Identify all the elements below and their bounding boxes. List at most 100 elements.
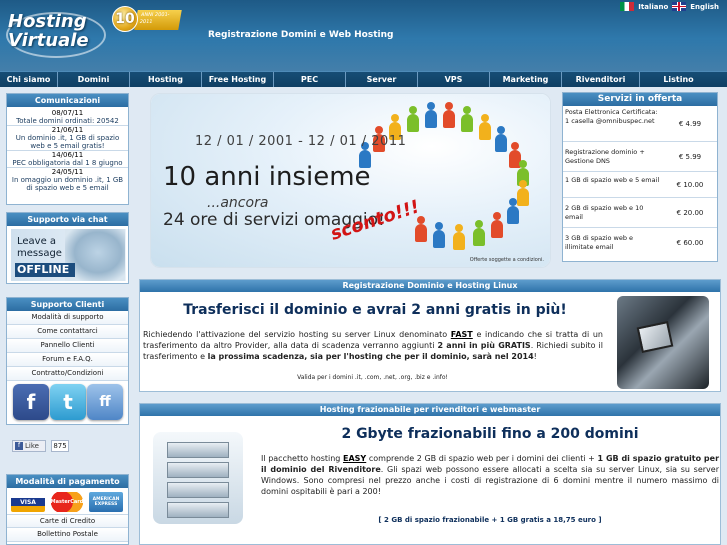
offer-price: € 4.99	[678, 119, 702, 128]
comm-date: 08/07/11	[51, 109, 84, 117]
lang-english[interactable]: English	[690, 3, 719, 11]
visa-icon: VISA	[11, 492, 45, 512]
support-item-contratto[interactable]: Contratto/Condizioni	[7, 367, 128, 381]
offer-price: € 10.00	[676, 180, 704, 189]
logo[interactable]: Hosting Virtuale	[8, 12, 89, 50]
support-item-contatti[interactable]: Come contattarci	[7, 325, 128, 339]
mastercard-icon: MasterCard	[50, 492, 84, 512]
comm-date: 24/05/11	[7, 167, 128, 176]
payment-item-carte[interactable]: Carte di Credito	[7, 514, 128, 528]
comm-date: 21/06/11	[7, 125, 128, 134]
comm-item[interactable]: PEC obbligatoria dal 1 8 giugno	[7, 159, 128, 167]
chat-title: Supporto via chat	[7, 213, 128, 226]
banner-title: 10 anni insieme	[163, 162, 371, 192]
support-item-pannello[interactable]: Pannello Clienti	[7, 339, 128, 353]
nav-domini[interactable]: Domini	[58, 72, 130, 87]
lang-italian[interactable]: Italiano	[638, 3, 668, 11]
anniversary-ribbon: ANNI 2001-2011	[134, 10, 182, 30]
s2-text-b: comprende 2 GB di spazio web per i domin…	[368, 454, 595, 463]
amex-icon: AMERICAN EXPRESS	[89, 492, 123, 512]
offer-row[interactable]: 2 GB di spazio web e 10 email € 20.00	[563, 198, 717, 228]
offer-row[interactable]: 1 GB di spazio web e 5 email € 10.00	[563, 172, 717, 198]
section1-head: Registrazione Dominio e Hosting Linux	[140, 280, 720, 292]
support-item-modalita[interactable]: Modalità di supporto	[7, 311, 128, 325]
header: Hosting Virtuale ANNI 2001-2011 10 Regis…	[0, 0, 727, 71]
support-item-forum[interactable]: Forum e F.A.Q.	[7, 353, 128, 367]
easy-link[interactable]: EASY	[343, 454, 366, 463]
section2-text: Il pacchetto hosting EASY comprende 2 GB…	[261, 453, 719, 497]
nav-chi-siamo[interactable]: Chi siamo	[0, 72, 58, 87]
uk-flag-icon[interactable]	[672, 2, 687, 11]
comm-date: 14/06/11	[7, 150, 128, 159]
twitter-icon[interactable]: t	[50, 384, 86, 420]
offer-desc: 2 GB di spazio web e 10 email	[565, 204, 644, 221]
offer-desc: 3 GB di spazio web e illimitate email	[565, 234, 634, 251]
chat-offline-status[interactable]: OFFLINE	[15, 263, 75, 277]
chat-leave-message: Leave a message	[17, 236, 62, 260]
offer-desc: Posta Elettronica Certificata: 1 casella…	[565, 108, 658, 125]
section1-text: Richiedendo l'attivazione del servizio h…	[143, 329, 603, 362]
comm-item[interactable]: Un dominio .it, 1 GB di spazio web e 5 e…	[7, 134, 128, 150]
nav-hosting[interactable]: Hosting	[130, 72, 202, 87]
section1-note: Valida per i domini .it, .com, .net, .or…	[297, 374, 448, 381]
linux-hosting-section: Registrazione Dominio e Hosting Linux Tr…	[139, 279, 721, 392]
italian-flag-icon[interactable]	[620, 2, 635, 11]
offer-price: € 60.00	[676, 239, 704, 247]
chat-leave-label: Leave a	[17, 236, 57, 247]
section2-head: Hosting frazionabile per rivenditori e w…	[140, 404, 720, 416]
nav-listino[interactable]: Listino	[640, 72, 717, 87]
offer-price: € 20.00	[676, 208, 704, 217]
s1-bold-b: la prossima scadenza, sia per l'hosting …	[207, 352, 534, 361]
offer-price: € 5.99	[678, 152, 702, 161]
offer-row[interactable]: 3 GB di spazio web e illimitate email € …	[563, 228, 717, 258]
comm-item[interactable]: In omaggio un dominio .it, 1 GB di spazi…	[7, 176, 128, 192]
promo-banner[interactable]: 12 / 01 / 2001 - 12 / 01 / 2011 10 anni …	[150, 93, 551, 268]
offer-row[interactable]: Posta Elettronica Certificata: 1 casella…	[563, 106, 717, 142]
offer-row[interactable]: Registrazione dominio + Gestione DNS € 5…	[563, 142, 717, 172]
facebook-like-button[interactable]: f Like	[12, 440, 46, 452]
friendfeed-icon[interactable]: ff	[87, 384, 123, 420]
section2-title: 2 Gbyte frazionabili fino a 200 domini	[341, 426, 639, 442]
logo-line1: Hosting	[8, 11, 87, 32]
nav-free-hosting[interactable]: Free Hosting	[202, 72, 274, 87]
s2-text-a: Il pacchetto hosting	[261, 454, 341, 463]
thumbs-up-icon: f	[15, 442, 23, 450]
fast-link[interactable]: FAST	[451, 330, 473, 339]
chat-box: Supporto via chat Leave a message OFFLIN…	[6, 212, 129, 284]
section1-title: Trasferisci il dominio e avrai 2 anni gr…	[183, 302, 567, 318]
server-photo	[617, 296, 709, 389]
like-label: Like	[25, 442, 39, 450]
comm-item[interactable]: Totale domini ordinati: 20542	[7, 117, 128, 125]
offer-desc: 1 GB di spazio web e 5 email	[565, 176, 660, 184]
banner-note: Offerte soggette a condizioni.	[469, 257, 544, 263]
anniversary-badge: 10	[112, 6, 138, 32]
support-title: Supporto Clienti	[7, 298, 128, 311]
offers-box: Servizi in offerta Posta Elettronica Cer…	[562, 92, 718, 262]
communications-title: Comunicazioni	[7, 94, 128, 107]
offers-title: Servizi in offerta	[563, 93, 717, 106]
reseller-hosting-section: Hosting frazionabile per rivenditori e w…	[139, 403, 721, 545]
s1-bold-a: 2 anni in più GRATIS	[437, 341, 531, 350]
nav-pec[interactable]: PEC	[274, 72, 346, 87]
s1-text-a: Richiedendo l'attivazione del servizio h…	[143, 330, 448, 339]
header-title: Registrazione Domini e Web Hosting	[208, 30, 394, 40]
banner-dates: 12 / 01 / 2001 - 12 / 01 / 2011	[195, 134, 407, 149]
server-rack-photo	[153, 432, 243, 524]
nav-marketing[interactable]: Marketing	[490, 72, 562, 87]
s1-text-d: !	[533, 352, 537, 361]
like-count: 875	[51, 440, 69, 452]
payment-box: Modalità di pagamento VISA MasterCard AM…	[6, 474, 129, 545]
header-swoosh	[0, 40, 727, 71]
main-nav: Chi siamo Domini Hosting Free Hosting PE…	[0, 71, 727, 87]
payment-item-bollettino[interactable]: Bollettino Postale	[7, 528, 128, 542]
nav-rivenditori[interactable]: Rivenditori	[562, 72, 640, 87]
nav-server[interactable]: Server	[346, 72, 418, 87]
section2-note[interactable]: [ 2 GB di spazio frazionabile + 1 GB gra…	[260, 516, 720, 524]
nav-vps[interactable]: VPS	[418, 72, 490, 87]
payment-title: Modalità di pagamento	[7, 475, 128, 488]
logo-line2: Virtuale	[8, 30, 89, 51]
banner-subtitle-1: ...ancora	[207, 195, 269, 211]
offer-desc: Registrazione dominio + Gestione DNS	[565, 148, 645, 165]
communications-box: Comunicazioni 08/07/11 Totale domini ord…	[6, 93, 129, 205]
facebook-icon[interactable]: f	[13, 384, 49, 420]
